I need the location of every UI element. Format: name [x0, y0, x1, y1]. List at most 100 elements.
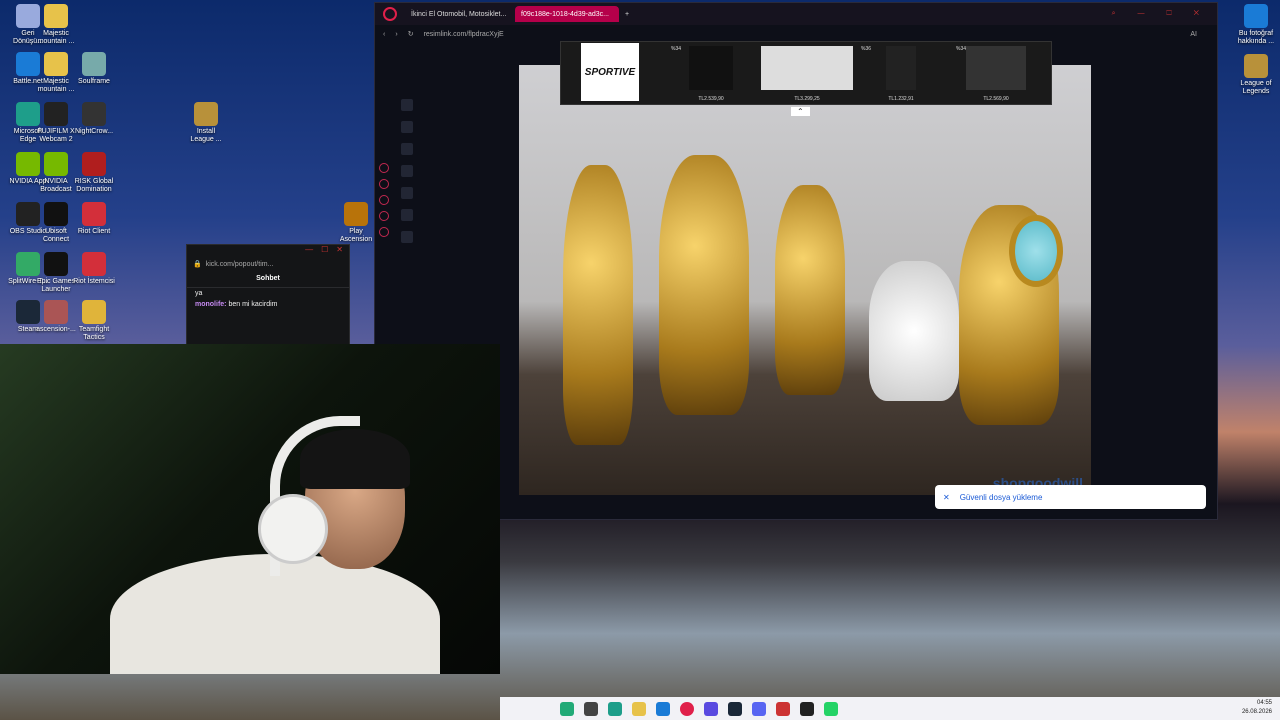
whatsapp-icon[interactable]: [824, 701, 838, 716]
kick-url: 🔒 kick.com/popout/tim...: [193, 260, 274, 269]
desktop-icon[interactable]: Soulframe: [70, 52, 118, 86]
sidebar-icon[interactable]: [379, 163, 389, 173]
app-icon: [194, 102, 218, 126]
reload-icon[interactable]: ↻: [408, 30, 414, 38]
collapse-ad-icon[interactable]: ⌃: [791, 107, 810, 116]
ad-item[interactable]: %34 TL2.569,90: [956, 46, 1036, 102]
desktop-icon[interactable]: Riot İstemcisi: [70, 252, 118, 286]
clock-time: 04:55: [1256, 700, 1272, 706]
chat-message: ya: [195, 290, 203, 297]
perfume-bottle: [775, 185, 845, 395]
desktop-icon-label: Bu fotoğraf hakkında ...: [1237, 30, 1275, 45]
vk-icon[interactable]: [401, 231, 413, 243]
ad-banner[interactable]: SPORTIVE %34 TL2.539,90 %25 TL3.299,25 %36…: [560, 41, 1052, 116]
app-icon[interactable]: [776, 701, 790, 716]
desktop-icon-label: Riot Client: [77, 228, 111, 235]
app-icon[interactable]: [800, 701, 814, 716]
desktop-icon[interactable]: Play Ascension: [332, 202, 380, 244]
twitter-icon[interactable]: [401, 121, 413, 133]
app-icon: [82, 152, 106, 176]
chat-title: Sohbet: [187, 271, 349, 288]
steam-icon[interactable]: [728, 701, 742, 716]
browser-window: İkinci El Otomobil, Motosiklet... f09c18…: [374, 2, 1218, 520]
perfume-bottle: [869, 261, 959, 401]
file-explorer-icon[interactable]: [584, 701, 598, 716]
telegram-icon[interactable]: [401, 187, 413, 199]
app-icon: [44, 102, 68, 126]
desktop-icon-label: Soulframe: [78, 78, 110, 85]
clock-date: 26.08.2026: [1241, 709, 1272, 715]
webcam-feed: [0, 344, 500, 674]
ai-button[interactable]: AI: [1190, 31, 1197, 38]
desktop-icon[interactable]: Bu fotoğraf hakkında ...: [1232, 4, 1280, 46]
window-controls[interactable]: ⌕ — ☐ ✕: [1112, 10, 1209, 18]
discord-icon[interactable]: [752, 701, 766, 716]
tab-image[interactable]: f09c188e-1018-4d39-ad3c...: [515, 6, 619, 22]
desktop-icon[interactable]: Majestic mountain ...: [32, 4, 80, 46]
perfume-bottle: [563, 165, 633, 445]
app-icon: [82, 300, 106, 324]
desktop-icon[interactable]: Riot Client: [70, 202, 118, 236]
desktop-icon-label: Play Ascension: [339, 228, 373, 243]
close-icon[interactable]: ✕: [943, 493, 950, 502]
desktop-icon[interactable]: RISK Global Domination: [70, 152, 118, 194]
browser-logo-icon[interactable]: [383, 7, 397, 21]
edge-icon[interactable]: [608, 701, 622, 716]
app-icon: [1244, 54, 1268, 78]
app-icon: [82, 202, 106, 226]
whatsapp-icon[interactable]: [401, 165, 413, 177]
desktop-icon-label: NightCrow...: [74, 128, 114, 135]
app-icon: [44, 300, 68, 324]
kick-chat-window: — ☐ ✕ 🔒 kick.com/popout/tim... Sohbet ya mo…: [186, 244, 350, 346]
app-icon: [82, 102, 106, 126]
facebook-icon[interactable]: [401, 99, 413, 111]
desktop-icon-label: Teamfight Tactics: [78, 326, 110, 341]
chat-message: monolife: ben mi kacirdim: [195, 301, 278, 308]
app-icon: [1244, 4, 1268, 28]
app-icon: [44, 152, 68, 176]
desktop-icon-label: Install League ...: [190, 128, 222, 143]
url-text[interactable]: resimlink.com/flpdracXyjE: [424, 31, 504, 38]
app-icon[interactable]: [704, 701, 718, 716]
main-image: shopgoodwill: [519, 65, 1091, 495]
desktop-icon-label: Riot İstemcisi: [73, 278, 115, 285]
system-tray[interactable]: 04:55 26.08.2026: [1242, 699, 1272, 717]
reddit-icon[interactable]: [401, 209, 413, 221]
ad-brand-logo[interactable]: SPORTIVE: [581, 43, 639, 101]
desktop-icon-label: League of Legends: [1240, 80, 1272, 95]
desktop-icon[interactable]: Install League ...: [182, 102, 230, 144]
ad-item[interactable]: %25 TL3.299,25: [761, 46, 853, 102]
pinterest-icon[interactable]: [401, 143, 413, 155]
edge-icon[interactable]: [656, 701, 670, 716]
mirror-bottle-top: [1009, 215, 1063, 287]
forward-icon[interactable]: ›: [395, 31, 397, 38]
folder-icon[interactable]: [632, 701, 646, 716]
app-icon: [44, 202, 68, 226]
secure-upload-toast[interactable]: ✕ Güvenli dosya yükleme: [935, 485, 1206, 509]
opera-icon[interactable]: [680, 701, 694, 716]
taskview-icon[interactable]: [560, 701, 574, 716]
sidebar-icon[interactable]: [379, 211, 389, 221]
desktop-icon-label: RISK Global Domination: [74, 178, 114, 193]
ad-item[interactable]: %34 TL2.539,90: [671, 46, 751, 102]
desktop-icon[interactable]: League of Legends: [1232, 54, 1280, 96]
app-icon: [44, 252, 68, 276]
desktop-icon[interactable]: Teamfight Tactics: [70, 300, 118, 342]
upload-label: Güvenli dosya yükleme: [959, 492, 1043, 502]
taskbar: 04:55 26.08.2026: [500, 697, 1280, 720]
desktop-icon[interactable]: NightCrow...: [70, 102, 118, 136]
sidebar-icon[interactable]: [379, 195, 389, 205]
window-controls[interactable]: — ☐ ✕: [187, 245, 349, 257]
headset-ear-cup: [258, 494, 328, 564]
back-icon[interactable]: ‹: [383, 31, 385, 38]
lock-icon: 🔒: [193, 261, 202, 268]
app-icon: [82, 252, 106, 276]
app-icon: [82, 52, 106, 76]
tab-otomobil[interactable]: İkinci El Otomobil, Motosiklet...: [405, 6, 513, 22]
new-tab-button[interactable]: +: [625, 11, 629, 18]
perfume-bottle: [659, 155, 749, 415]
sidebar-icon[interactable]: [379, 179, 389, 189]
ad-item[interactable]: %36 TL1.232,91: [861, 46, 941, 102]
tab-bar: İkinci El Otomobil, Motosiklet... f09c18…: [375, 3, 1217, 25]
sidebar-icon[interactable]: [379, 227, 389, 237]
